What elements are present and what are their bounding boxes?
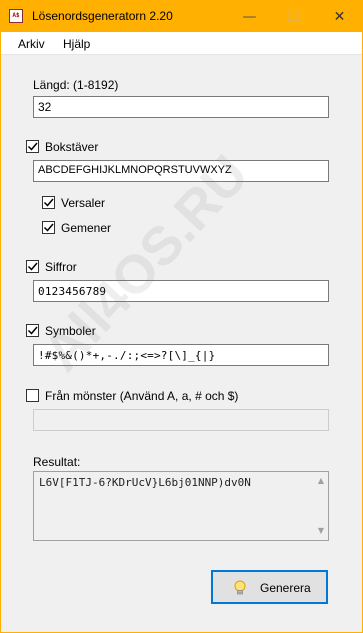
digits-input[interactable]: 0123456789 — [33, 280, 329, 302]
uppercase-checkbox[interactable] — [42, 196, 55, 209]
pattern-checkbox[interactable] — [26, 389, 39, 402]
minimize-icon: — — [242, 8, 257, 25]
checkmark-icon — [43, 223, 54, 232]
scroll-down-icon[interactable]: ▼ — [314, 524, 328, 538]
maximize-button[interactable]: ☐ — [271, 1, 316, 32]
lightbulb-icon — [234, 580, 246, 595]
result-value: L6V[F1TJ-6?KDrUcV}L6bj01NNP)dv0N — [39, 476, 251, 489]
minimize-button[interactable]: — — [227, 1, 272, 32]
maximize-icon: ☐ — [287, 8, 300, 25]
close-button[interactable]: ✕ — [317, 1, 362, 32]
title-bar[interactable]: A$ Lösenordsgeneratorn 2.20 — ☐ ✕ — [1, 1, 362, 32]
result-textarea[interactable]: L6V[F1TJ-6?KDrUcV}L6bj01NNP)dv0N ▲ ▼ — [33, 471, 329, 541]
checkmark-icon — [27, 262, 38, 271]
checkmark-icon — [27, 326, 38, 335]
checkmark-icon — [27, 142, 38, 151]
length-input[interactable]: 32 — [33, 96, 329, 118]
length-label: Längd: (1-8192) — [33, 78, 119, 92]
letters-input[interactable]: ABCDEFGHIJKLMNOPQRSTUVWXYZ — [33, 160, 329, 182]
generate-button[interactable]: Generera — [211, 570, 328, 604]
symbols-label: Symboler — [45, 324, 96, 338]
menu-arkiv[interactable]: Arkiv — [18, 37, 45, 51]
app-window: A$ Lösenordsgeneratorn 2.20 — ☐ ✕ Arkiv … — [0, 0, 363, 633]
menu-bar: Arkiv Hjälp — [1, 32, 362, 55]
uppercase-label: Versaler — [61, 196, 106, 210]
app-icon: A$ — [9, 9, 23, 23]
pattern-input[interactable] — [33, 409, 329, 431]
letters-label: Bokstäver — [45, 140, 99, 154]
close-icon: ✕ — [333, 8, 346, 25]
generate-label: Generera — [260, 581, 311, 595]
digits-checkbox[interactable] — [26, 260, 39, 273]
letters-checkbox[interactable] — [26, 140, 39, 153]
symbols-input[interactable]: !#$%&()*+,-./:;<=>?[\]_{|} — [33, 344, 329, 366]
lowercase-checkbox[interactable] — [42, 221, 55, 234]
lowercase-label: Gemener — [61, 221, 112, 235]
checkmark-icon — [43, 198, 54, 207]
symbols-checkbox[interactable] — [26, 324, 39, 337]
digits-label: Siffror — [45, 260, 77, 274]
window-title: Lösenordsgeneratorn 2.20 — [32, 9, 173, 23]
result-label: Resultat: — [33, 455, 81, 469]
pattern-label: Från mönster (Använd A, a, # och $) — [45, 389, 239, 403]
menu-hjalp[interactable]: Hjälp — [63, 37, 90, 51]
scroll-up-icon[interactable]: ▲ — [314, 474, 328, 488]
